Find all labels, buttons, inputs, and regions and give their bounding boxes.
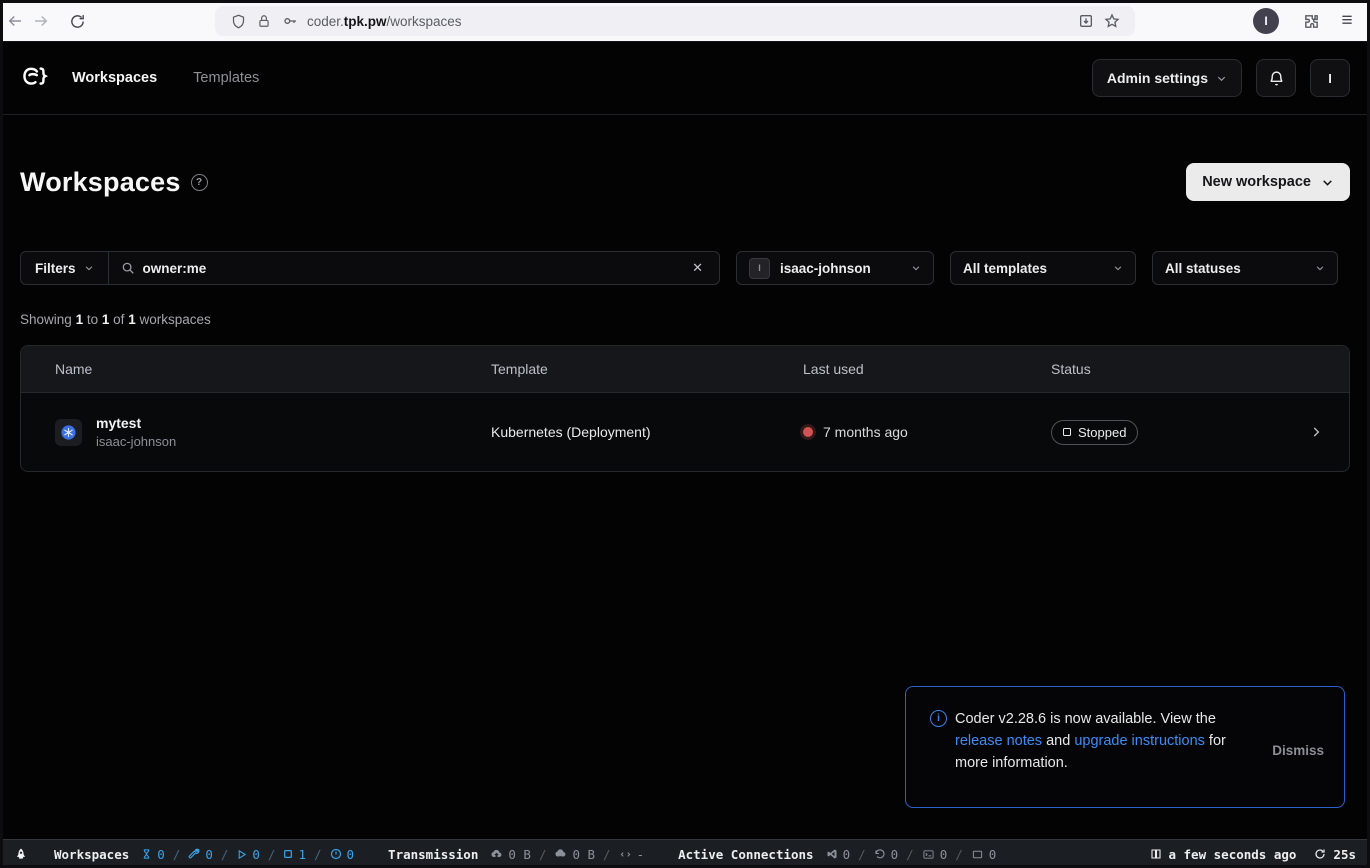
new-workspace-label: New workspace (1202, 174, 1311, 190)
search-icon (121, 261, 135, 275)
statuses-filter-value: All statuses (1165, 261, 1241, 276)
table-row[interactable]: mytest isaac-johnson Kubernetes (Deploym… (21, 393, 1349, 471)
user-filter-value: isaac-johnson (780, 261, 871, 276)
status-badge: Stopped (1051, 420, 1138, 445)
play-icon (236, 849, 247, 860)
filters-label: Filters (35, 261, 76, 276)
chevron-down-icon (1216, 73, 1227, 84)
notifications-bell-button[interactable] (1256, 59, 1296, 97)
save-page-icon[interactable] (1073, 8, 1099, 34)
reconnect-arrow-icon (874, 848, 886, 860)
browser-menu-icon[interactable]: ≡ (1334, 8, 1360, 34)
workspace-owner: isaac-johnson (96, 433, 176, 451)
dismiss-button[interactable]: Dismiss (1272, 743, 1324, 758)
connection-stats[interactable]: 0 / 0 / 0 / 0 (826, 847, 997, 862)
workspace-last-used: 7 months ago (823, 424, 908, 440)
help-icon[interactable]: ? (191, 174, 208, 191)
key-icon[interactable] (277, 8, 303, 34)
info-icon: i (930, 710, 947, 727)
stopped-icon (1063, 428, 1071, 436)
table-header-row: Name Template Last used Status (21, 346, 1349, 393)
refresh-icon (1314, 848, 1326, 860)
clear-search-icon[interactable]: ✕ (688, 260, 707, 276)
column-header-name: Name (21, 361, 491, 377)
deployment-status-bar: Workspaces 0 / 0 / 0 / 1 / 0 Transmissio… (0, 839, 1370, 868)
terminal-icon (922, 849, 935, 860)
statuses-filter-dropdown[interactable]: All statuses (1152, 251, 1338, 285)
browser-forward-icon[interactable] (28, 8, 54, 34)
workspace-template: Kubernetes (Deployment) (491, 424, 803, 440)
kubernetes-icon (60, 424, 77, 441)
user-avatar-button[interactable]: I (1310, 59, 1350, 97)
new-workspace-button[interactable]: New workspace (1186, 163, 1350, 201)
bookmark-star-icon[interactable] (1099, 8, 1125, 34)
templates-filter-dropdown[interactable]: All templates (950, 251, 1136, 285)
workspaces-table: Name Template Last used Status mytest is… (20, 345, 1350, 472)
chevron-down-icon (1113, 263, 1123, 273)
transmission-stats[interactable]: 0 B / 0 B / - (490, 847, 644, 862)
update-notification: i Coder v2.28.6 is now available. View t… (905, 686, 1345, 808)
extensions-puzzle-icon[interactable] (1298, 8, 1324, 34)
chevron-down-icon (911, 263, 921, 273)
url-text[interactable]: coder.tpk.pw/workspaces (307, 14, 1073, 29)
health-rocket-icon[interactable] (14, 847, 28, 862)
app-header: Workspaces Templates Admin settings I (0, 42, 1370, 115)
last-updated: a few seconds ago (1150, 847, 1296, 862)
status-label: Stopped (1078, 425, 1126, 440)
nav-templates[interactable]: Templates (193, 70, 259, 86)
last-used-dot-icon (803, 427, 813, 437)
page-title: Workspaces (20, 167, 181, 198)
app-window-icon (971, 849, 984, 860)
statusbar-transmission-label: Transmission (388, 847, 478, 862)
notification-message: Coder v2.28.6 is now available. View the… (955, 708, 1247, 807)
workspace-counts[interactable]: 0 / 0 / 0 / 1 / 0 (141, 847, 354, 862)
download-cloud-icon (554, 848, 567, 860)
wrench-icon (188, 848, 200, 860)
nav-workspaces[interactable]: Workspaces (72, 70, 157, 86)
workspace-avatar (55, 419, 82, 446)
browser-reload-icon[interactable] (64, 8, 90, 34)
bell-icon (1268, 70, 1285, 87)
browser-back-icon[interactable] (2, 8, 28, 34)
column-header-template: Template (491, 361, 803, 377)
templates-filter-value: All templates (963, 261, 1047, 276)
user-mini-avatar: I (749, 258, 770, 279)
upload-cloud-icon (490, 848, 503, 860)
statusbar-workspaces-label: Workspaces (54, 847, 129, 862)
error-circle-icon (330, 848, 342, 860)
coder-logo-icon[interactable] (20, 63, 50, 93)
browser-toolbar: coder.tpk.pw/workspaces I ≡ (0, 0, 1370, 42)
search-filter-container: Filters ✕ (20, 251, 720, 285)
search-input[interactable] (143, 261, 681, 276)
column-header-last-used: Last used (803, 361, 1051, 377)
release-notes-link[interactable]: release notes (955, 733, 1042, 749)
hourglass-icon (141, 848, 152, 860)
results-summary: Showing 1 to 1 of 1 workspaces (20, 312, 211, 327)
vscode-icon (826, 848, 838, 860)
workspace-name: mytest (96, 414, 176, 433)
chevron-down-icon (84, 263, 94, 273)
browser-account-icon[interactable]: I (1253, 8, 1279, 34)
latency-arrows-icon (619, 849, 632, 860)
statusbar-connections-label: Active Connections (678, 847, 813, 862)
filters-dropdown[interactable]: Filters (21, 252, 109, 284)
chevron-down-icon (1321, 176, 1334, 189)
browser-address-bar[interactable]: coder.tpk.pw/workspaces (215, 6, 1135, 36)
column-header-status: Status (1051, 361, 1349, 377)
chevron-down-icon (1315, 263, 1325, 273)
admin-settings-button[interactable]: Admin settings (1092, 59, 1242, 97)
log-book-icon (1150, 848, 1162, 860)
shield-icon[interactable] (225, 8, 251, 34)
filter-bar: Filters ✕ I isaac-johnson All templates … (20, 251, 1350, 285)
stop-icon (283, 849, 293, 859)
refresh-countdown[interactable]: 25s (1314, 847, 1356, 862)
admin-settings-label: Admin settings (1107, 70, 1208, 86)
row-chevron-right-icon[interactable] (1309, 425, 1323, 439)
user-filter-dropdown[interactable]: I isaac-johnson (736, 251, 934, 285)
lock-icon[interactable] (251, 8, 277, 34)
upgrade-instructions-link[interactable]: upgrade instructions (1074, 733, 1205, 749)
